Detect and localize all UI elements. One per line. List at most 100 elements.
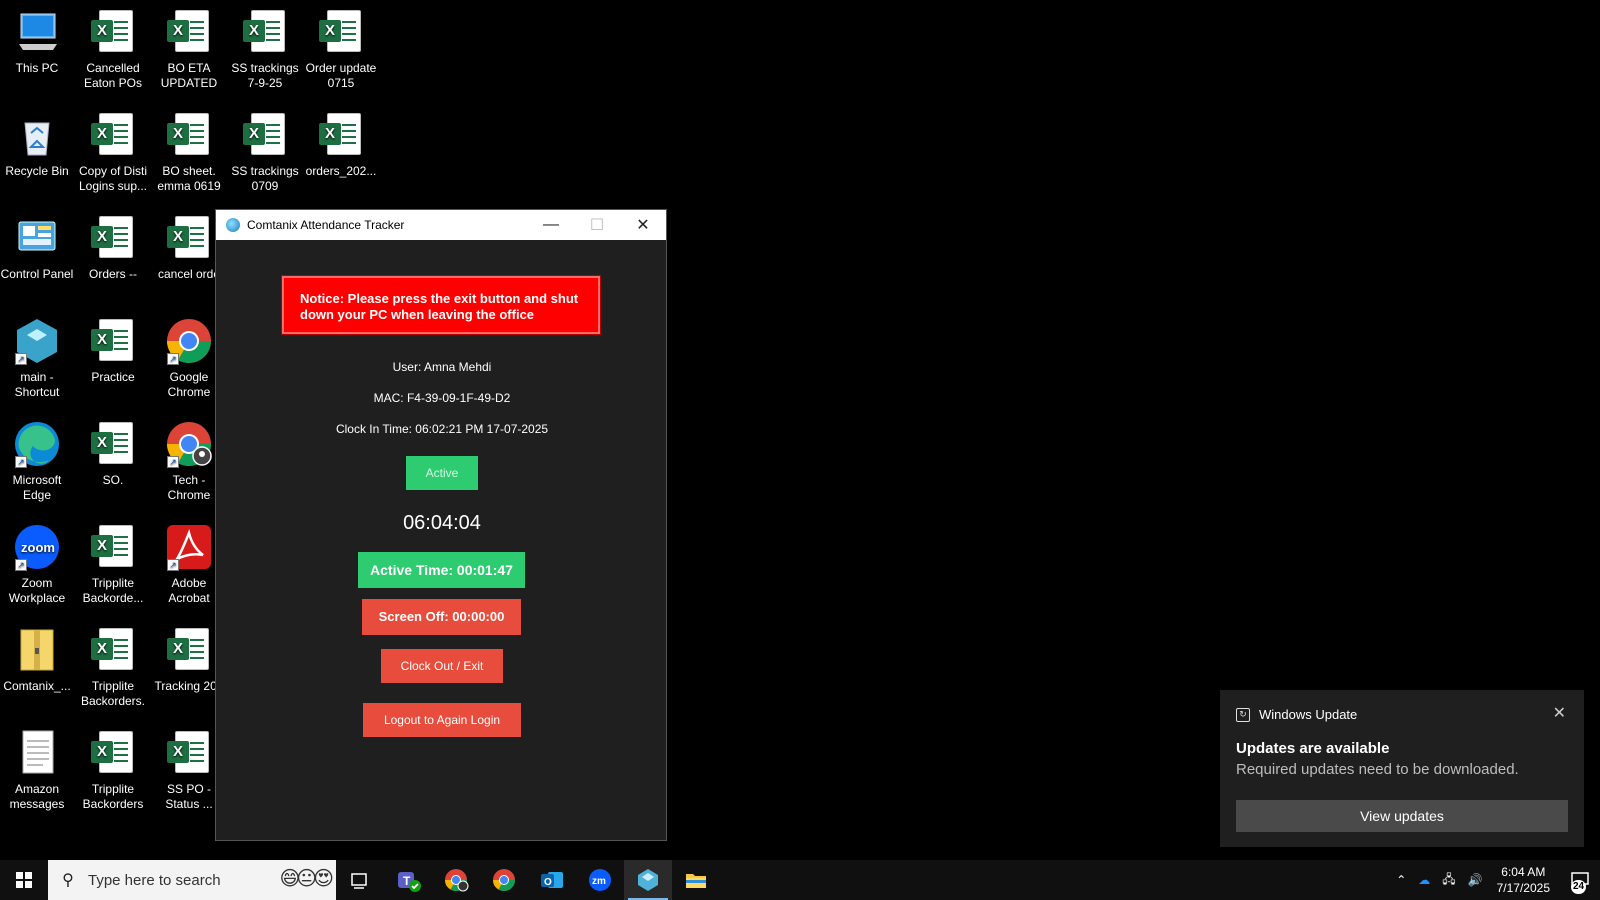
desktop-icon[interactable]: X Copy of Disti Logins sup... (76, 111, 150, 194)
excel-file-icon: X (165, 8, 213, 56)
excel-file-icon: X (165, 626, 213, 674)
recycle-bin-icon (13, 111, 61, 159)
zip-folder-icon (13, 626, 61, 674)
desktop-icon[interactable]: Amazon messages (0, 729, 74, 812)
toast-header: ↻ Windows Update (1236, 707, 1357, 722)
clock-in-label: Clock In Time: 06:02:21 PM 17-07-2025 (335, 422, 549, 436)
attendance-tracker-window: Comtanix Attendance Tracker — ☐ ✕ Notice… (215, 209, 667, 841)
excel-file-icon: X (89, 523, 137, 571)
status-badge: Active (406, 456, 478, 490)
edge-icon: ↗ (13, 420, 61, 468)
desktop-icon-label: Cancelled Eaton POs (83, 61, 143, 90)
desktop-icon-label: Practice (91, 370, 135, 384)
excel-file-icon: X (317, 111, 365, 159)
desktop-icon[interactable]: ↗ main - Shortcut (0, 317, 74, 400)
desktop-icon[interactable]: Control Panel (0, 214, 74, 282)
excel-file-icon: X (241, 8, 289, 56)
desktop-icon-label: Comtanix_... (3, 679, 71, 693)
taskbar-outlook[interactable]: O (528, 860, 576, 900)
desktop-icon-label: Recycle Bin (5, 164, 69, 178)
desktop-icon-label: orders_202... (305, 164, 377, 178)
zoom-icon: zm (589, 869, 611, 891)
excel-file-icon: X (89, 626, 137, 674)
taskbar-file-explorer[interactable] (672, 860, 720, 900)
desktop-icon-label: Order update 0715 (305, 61, 377, 90)
desktop-icon[interactable]: X Order update 0715 (304, 8, 378, 91)
desktop-icon[interactable]: X SS trackings 0709 (228, 111, 302, 194)
desktop-icon-label: SS trackings 7-9-25 (231, 61, 299, 90)
taskbar-chrome[interactable] (480, 860, 528, 900)
taskbar: ⚲ Type here to search 😄😐😍 T O zm ⌃ ☁ 🖧 🔊… (0, 860, 1600, 900)
search-highlight-icon: 😄😐😍 (279, 868, 334, 890)
desktop-icon[interactable]: zoom ↗ Zoom Workplace (0, 523, 74, 606)
windows-logo-icon (16, 872, 32, 888)
update-icon: ↻ (1236, 707, 1250, 722)
desktop-icon-label: This PC (15, 61, 59, 75)
search-icon: ⚲ (62, 872, 74, 889)
excel-file-icon: X (89, 8, 137, 56)
desktop-icon-label: BO ETA UPDATED (160, 61, 218, 90)
desktop-icon-label: Amazon messages (9, 782, 65, 811)
start-button[interactable] (0, 860, 48, 900)
svg-text:zm: zm (592, 876, 606, 887)
app-shortcut-icon: ↗ (13, 317, 61, 365)
desktop-icon[interactable]: Comtanix_... (0, 626, 74, 694)
desktop-icon[interactable]: ↗ Microsoft Edge (0, 420, 74, 503)
task-view-button[interactable] (336, 860, 384, 900)
desktop-icon[interactable]: X SS trackings 7-9-25 (228, 8, 302, 91)
desktop-icon-label: Tripplite Backorders. (80, 679, 146, 708)
action-center-button[interactable]: 24 (1560, 860, 1600, 900)
excel-file-icon: X (165, 729, 213, 777)
zoom-icon: zoom ↗ (13, 523, 61, 571)
taskbar-zoom[interactable]: zm (576, 860, 624, 900)
logout-button[interactable]: Logout to Again Login (363, 703, 521, 737)
tracker-app-icon (638, 869, 658, 891)
taskbar-attendance-tracker[interactable] (624, 860, 672, 900)
clock-date: 7/17/2025 (1496, 881, 1550, 895)
excel-file-icon: X (89, 214, 137, 262)
clock-out-button[interactable]: Clock Out / Exit (381, 649, 503, 683)
desktop-icon-label: SS trackings 0709 (231, 164, 299, 193)
window-titlebar[interactable]: Comtanix Attendance Tracker — ☐ ✕ (216, 210, 666, 240)
desktop-icon[interactable]: X Tripplite Backorders (76, 729, 150, 812)
desktop-icon[interactable]: X Tripplite Backorders. (76, 626, 150, 709)
desktop-icon[interactable]: X Practice (76, 317, 150, 385)
toast-close-icon[interactable]: ✕ (1553, 703, 1566, 723)
desktop-icon-label: Control Panel (0, 267, 74, 281)
svg-text:O: O (544, 877, 552, 888)
desktop-icon[interactable]: X Orders -- (76, 214, 150, 282)
excel-file-icon: X (165, 111, 213, 159)
svg-text:zoom: zoom (21, 540, 55, 555)
excel-file-icon: X (89, 420, 137, 468)
desktop-icon[interactable]: X Tripplite Backorde... (76, 523, 150, 606)
desktop-icon-label: main - Shortcut (14, 370, 60, 399)
excel-file-icon: X (165, 214, 213, 262)
desktop: This PC X Cancelled Eaton POs X BO ETA UPDAT… (0, 0, 1600, 860)
excel-file-icon: X (89, 317, 137, 365)
notification-count: 24 (1571, 880, 1586, 894)
network-icon[interactable]: 🖧 (1442, 870, 1455, 891)
windows-update-toast[interactable]: ↻ Windows Update ✕ Updates are available… (1220, 690, 1584, 847)
desktop-icon[interactable]: This PC (0, 8, 74, 76)
taskbar-teams[interactable]: T (384, 860, 432, 900)
taskbar-clock[interactable]: 6:04 AM 7/17/2025 (1497, 864, 1550, 896)
desktop-icon[interactable]: X BO ETA UPDATED (152, 8, 226, 91)
taskbar-search-box[interactable]: ⚲ Type here to search 😄😐😍 (48, 860, 336, 900)
minimize-button[interactable]: — (528, 210, 574, 240)
notice-banner: Notice: Please press the exit button and… (281, 275, 601, 335)
volume-icon[interactable]: 🔊 (1468, 873, 1483, 887)
desktop-icon[interactable]: X Cancelled Eaton POs (76, 8, 150, 91)
excel-file-icon: X (89, 111, 137, 159)
taskbar-chrome-profile[interactable] (432, 860, 480, 900)
desktop-icon[interactable]: X BO sheet. emma 0619 (152, 111, 226, 194)
maximize-button[interactable]: ☐ (574, 210, 620, 240)
acrobat-icon: ↗ (165, 523, 213, 571)
desktop-icon[interactable]: X SO. (76, 420, 150, 488)
chevron-up-icon[interactable]: ⌃ (1396, 873, 1406, 887)
onedrive-icon[interactable]: ☁ (1418, 873, 1430, 887)
user-label: User: Amna Mehdi (392, 360, 492, 374)
desktop-icon[interactable]: Xorders_202... (304, 111, 378, 179)
view-updates-button[interactable]: View updates (1236, 800, 1568, 832)
close-button[interactable]: ✕ (620, 210, 666, 240)
desktop-icon[interactable]: Recycle Bin (0, 111, 74, 179)
